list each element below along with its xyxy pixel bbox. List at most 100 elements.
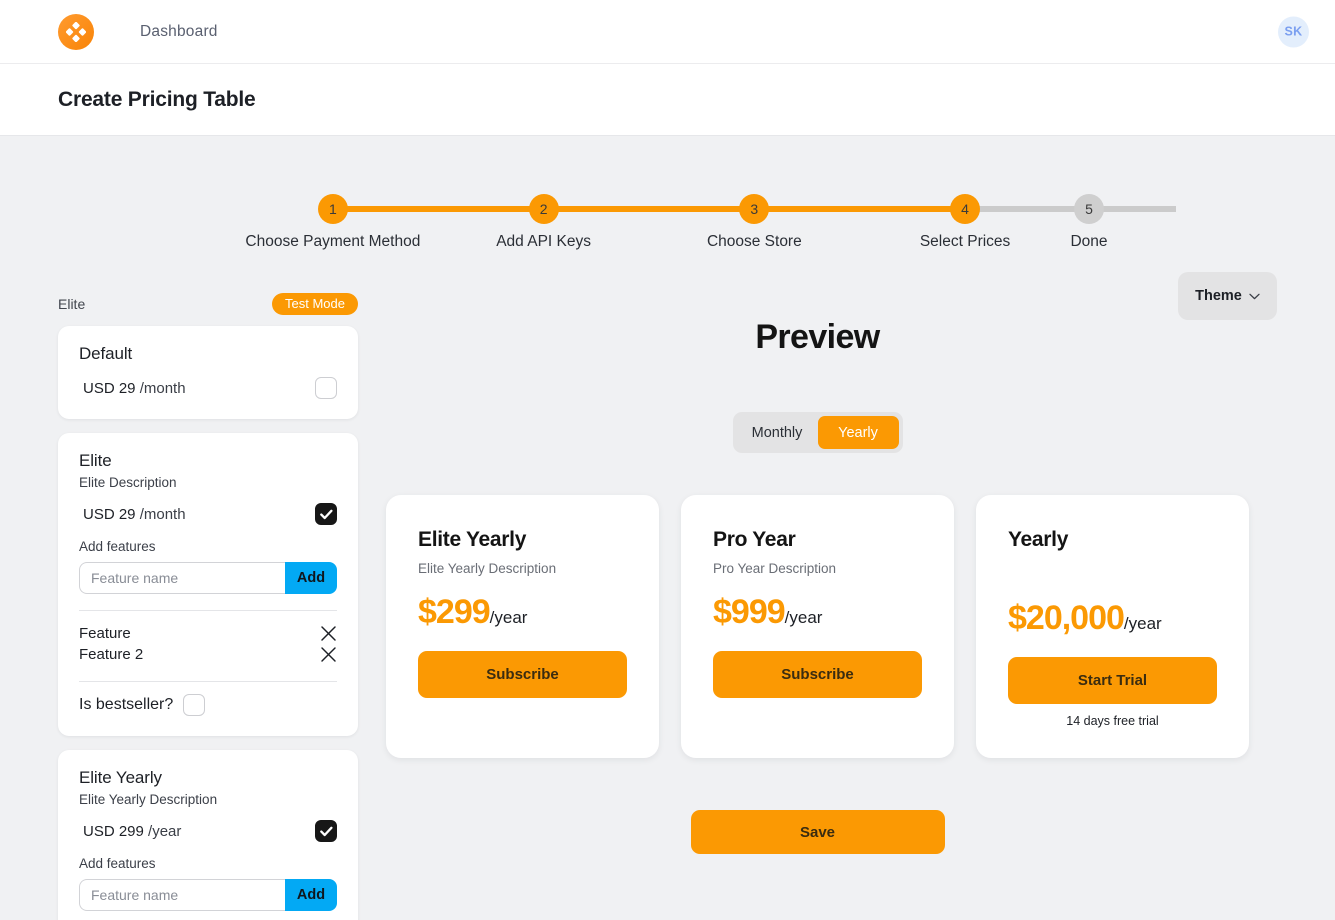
stepper-step-number: 3 bbox=[739, 194, 770, 224]
tier-cta-button[interactable]: Subscribe bbox=[713, 651, 922, 698]
tier-period: /year bbox=[489, 608, 528, 627]
stepper-connector bbox=[543, 206, 755, 212]
plan-card: Default USD 29 /month bbox=[58, 326, 358, 419]
stepper-step-number: 5 bbox=[1073, 194, 1104, 224]
stepper-connector bbox=[754, 206, 966, 212]
stepper-step-number: 1 bbox=[317, 194, 348, 224]
feature-name-input[interactable] bbox=[79, 879, 285, 911]
plan-card: Elite Yearly Elite Yearly Description USD … bbox=[58, 750, 358, 920]
avatar[interactable]: SK bbox=[1278, 16, 1309, 47]
stepper-step-label: Done bbox=[1070, 233, 1108, 250]
stepper-step-label: Add API Keys bbox=[496, 233, 591, 250]
bestseller-checkbox[interactable] bbox=[183, 694, 206, 716]
plan-price-row: USD 29 /month bbox=[79, 503, 337, 525]
plan-price-row: USD 299 /year bbox=[79, 820, 337, 842]
nav-link-dashboard[interactable]: Dashboard bbox=[140, 23, 218, 41]
four-diamond-logo-icon[interactable] bbox=[58, 13, 94, 50]
tier-name: Yearly bbox=[1008, 528, 1069, 551]
theme-button-label: Theme bbox=[1195, 288, 1242, 304]
stepper-step-5[interactable]: 5 Done bbox=[1070, 194, 1108, 251]
tier-period: /year bbox=[1123, 614, 1162, 633]
tier-amount: $20,000 bbox=[1008, 599, 1125, 637]
preview-title: Preview bbox=[755, 318, 880, 356]
pricing-tier-card: Elite Yearly Elite Yearly Description $299… bbox=[386, 495, 659, 758]
pricing-tier-card: Pro Year Pro Year Description $999/year Sub… bbox=[681, 495, 954, 758]
plan-card: Elite Elite Description USD 29 /month Add f… bbox=[58, 433, 358, 736]
plan-description: Elite Description bbox=[79, 475, 177, 490]
tier-cta-button[interactable]: Subscribe bbox=[418, 651, 627, 698]
feature-label: Feature 2 bbox=[79, 646, 144, 663]
tier-price: $299/year bbox=[418, 593, 627, 632]
pricing-tier-cards: Elite Yearly Elite Yearly Description $299… bbox=[358, 495, 1277, 758]
plan-select-checkbox[interactable] bbox=[315, 377, 337, 399]
plan-price-row: USD 29 /month bbox=[79, 377, 337, 399]
feature-name-input[interactable] bbox=[79, 562, 285, 594]
plan-name: Elite bbox=[79, 451, 112, 470]
stepper-step-1[interactable]: 1 Choose Payment Method bbox=[228, 194, 544, 251]
add-feature-row: Add bbox=[79, 879, 337, 911]
add-feature-button[interactable]: Add bbox=[285, 562, 337, 594]
tier-description: Pro Year Description bbox=[713, 561, 837, 576]
stepper-step-number: 2 bbox=[528, 194, 559, 224]
add-feature-row: Add bbox=[79, 562, 337, 594]
tier-price: $20,000/year bbox=[1008, 599, 1217, 638]
toggle-option-yearly[interactable]: Yearly bbox=[817, 416, 899, 449]
tier-amount: $999 bbox=[713, 593, 786, 631]
plan-name: Elite Yearly bbox=[79, 768, 162, 787]
feature-label: Feature bbox=[79, 625, 131, 642]
tier-amount: $299 bbox=[418, 593, 491, 631]
toggle-option-monthly[interactable]: Monthly bbox=[737, 416, 818, 449]
plan-select-checkbox[interactable] bbox=[315, 503, 337, 525]
tier-price: $999/year bbox=[713, 593, 922, 632]
remove-feature-icon[interactable] bbox=[320, 646, 337, 663]
stepper-step-4[interactable]: 4 Select Prices bbox=[860, 194, 1176, 251]
bestseller-label: Is bestseller? bbox=[79, 696, 174, 713]
stepper-step-3[interactable]: 3 Choose Store bbox=[649, 194, 966, 251]
plans-panel: Elite Test Mode Default USD 29 /month Elit… bbox=[58, 293, 358, 920]
pricing-tier-card: Yearly $20,000/year Start Trial 14 days fre… bbox=[976, 495, 1249, 758]
plan-price: USD 29 /month bbox=[83, 505, 186, 523]
stepper-step-label: Choose Payment Method bbox=[245, 233, 421, 250]
plan-description: Elite Yearly Description bbox=[79, 792, 218, 807]
divider bbox=[79, 610, 337, 611]
plan-price: USD 299 /year bbox=[83, 822, 182, 840]
save-button-row: Save bbox=[358, 810, 1277, 854]
feature-list-item: Feature 2 bbox=[79, 644, 337, 665]
stepper-step-number: 4 bbox=[950, 194, 981, 224]
plan-list: Default USD 29 /month Elite Elite Descripti… bbox=[58, 326, 358, 920]
theme-button[interactable]: Theme bbox=[1178, 272, 1277, 320]
save-button[interactable]: Save bbox=[690, 810, 945, 854]
stepper: 1 Choose Payment Method 2 Add API Keys 3 Choo… bbox=[228, 194, 1176, 251]
tier-trial-note: 14 days free trial bbox=[1066, 714, 1159, 728]
stepper-connector bbox=[965, 206, 1176, 212]
stepper-step-2[interactable]: 2 Add API Keys bbox=[438, 194, 755, 251]
top-navbar: Dashboard SK bbox=[0, 0, 1335, 64]
main-body: Elite Test Mode Default USD 29 /month Elit… bbox=[0, 251, 1335, 920]
stepper-step-label: Choose Store bbox=[706, 233, 802, 250]
plan-name: Default bbox=[79, 344, 133, 363]
plans-panel-header: Elite Test Mode bbox=[58, 293, 358, 326]
plan-price: USD 29 /month bbox=[83, 379, 186, 397]
store-name: Elite bbox=[58, 296, 86, 312]
stepper-connector bbox=[332, 206, 544, 212]
divider bbox=[79, 681, 337, 682]
add-features-label: Add features bbox=[79, 856, 156, 871]
add-features-label: Add features bbox=[79, 539, 156, 554]
tier-description: Elite Yearly Description bbox=[418, 561, 557, 576]
status-badge-test-mode: Test Mode bbox=[272, 293, 358, 315]
tier-name: Elite Yearly bbox=[418, 528, 527, 551]
stepper-step-label: Select Prices bbox=[919, 233, 1011, 250]
chevron-down-icon bbox=[1249, 288, 1260, 304]
page-header: Create Pricing Table bbox=[0, 64, 1335, 136]
tier-cta-button[interactable]: Start Trial bbox=[1008, 657, 1217, 704]
billing-period-toggle[interactable]: Monthly Yearly bbox=[732, 412, 903, 453]
stepper-section: 1 Choose Payment Method 2 Add API Keys 3 Choo… bbox=[0, 136, 1335, 251]
preview-panel: Theme Preview Monthly Yearly Elite Yearl… bbox=[358, 272, 1335, 920]
add-feature-button[interactable]: Add bbox=[285, 879, 337, 911]
bestseller-row: Is bestseller? bbox=[79, 694, 337, 716]
tier-name: Pro Year bbox=[713, 528, 796, 551]
remove-feature-icon[interactable] bbox=[320, 625, 337, 642]
feature-list-item: Feature bbox=[79, 623, 337, 644]
plan-select-checkbox[interactable] bbox=[315, 820, 337, 842]
page-title: Create Pricing Table bbox=[58, 87, 256, 111]
